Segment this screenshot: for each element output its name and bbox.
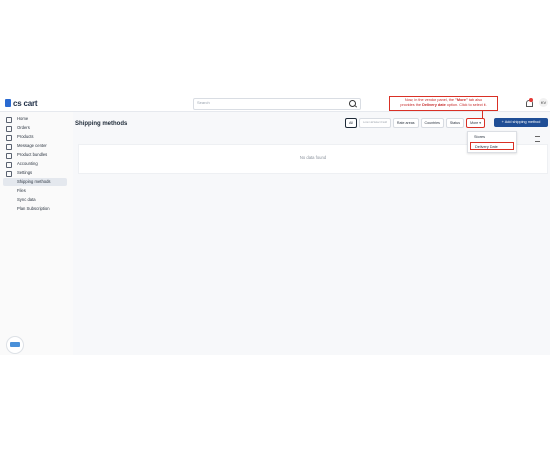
menu-item-stores[interactable]: Stores [470, 133, 514, 141]
filter-status[interactable]: Status [445, 117, 465, 128]
sidebar-subitem-sync-data[interactable]: Sync data [3, 196, 67, 204]
search-input[interactable]: Search [193, 98, 361, 110]
filter-all[interactable]: All [345, 117, 357, 128]
sidebar-item-home[interactable]: Home [3, 115, 67, 123]
tutorial-callout: Now, in the vendor panel, the "More" tab… [389, 96, 498, 111]
sidebar: Home Orders Products Message center Prod… [0, 112, 72, 355]
filter-bar: All Lorem ■ Select Field Rate areas Coun… [345, 117, 486, 128]
notifications-bell[interactable] [525, 98, 533, 107]
more-dropdown-menu: Stores Delivery Date [467, 131, 517, 153]
sidebar-item-product-bundles[interactable]: Product bundles [3, 151, 67, 159]
sidebar-subitem-files[interactable]: Files [3, 187, 67, 195]
callout-text-4: option. Click to select it. [445, 102, 487, 107]
sidebar-subitem-plan-subscription[interactable]: Plan Subscription [3, 205, 67, 213]
sidebar-item-message-center[interactable]: Message center [3, 142, 67, 150]
sidebar-item-products[interactable]: Products [3, 133, 67, 141]
sidebar-item-settings[interactable]: Settings [3, 169, 67, 177]
callout-text-3: provides the [400, 102, 423, 107]
message-icon [6, 144, 12, 150]
sidebar-subitem-shipping-methods[interactable]: Shipping methods [3, 178, 67, 186]
sidebar-item-label: Message center [17, 143, 47, 148]
sidebar-item-label: Accounting [17, 161, 38, 166]
sidebar-item-label: Product bundles [17, 152, 48, 157]
logo-text: cs cart [13, 98, 38, 108]
sidebar-item-accounting[interactable]: Accounting [3, 160, 67, 168]
app-window: cs cart Search KV Home Orders Products M… [0, 95, 550, 355]
menu-item-delivery-date[interactable]: Delivery Date [470, 142, 514, 150]
accounting-icon [6, 162, 12, 168]
filter-select-field[interactable]: Lorem ■ Select Field [359, 117, 391, 128]
add-shipping-method-button[interactable]: + Add shipping method [494, 118, 548, 127]
help-widget-icon [10, 342, 20, 347]
no-data-message: No data found [299, 155, 327, 160]
help-widget-button[interactable] [6, 336, 24, 354]
filter-rate-areas[interactable]: Rate areas [392, 117, 419, 128]
callout-text-1: Now, in the vendor panel, the [404, 98, 456, 102]
home-icon [6, 117, 12, 123]
sidebar-item-label: Orders [17, 125, 30, 130]
filter-more-button[interactable]: More ▾ [466, 117, 486, 128]
settings-icon [6, 171, 12, 177]
search-icon[interactable] [349, 100, 356, 107]
logo-icon [5, 99, 11, 107]
callout-pointer [482, 111, 483, 118]
callout-bold-more: "More" [455, 98, 468, 102]
sidebar-subitem-label: Sync data [17, 197, 36, 202]
sidebar-item-label: Settings [17, 170, 33, 175]
sidebar-item-label: Home [17, 116, 29, 121]
products-icon [6, 135, 12, 141]
search-placeholder: Search [197, 100, 210, 105]
orders-icon [6, 126, 12, 132]
bundles-icon [6, 153, 12, 159]
sidebar-subitem-label: Shipping methods [17, 179, 51, 184]
filter-countries[interactable]: Countries [420, 117, 444, 128]
page-title: Shipping methods [75, 121, 128, 127]
sidebar-subitem-label: Plan Subscription [17, 206, 50, 211]
sidebar-item-orders[interactable]: Orders [3, 124, 67, 132]
avatar[interactable]: KV [539, 98, 548, 107]
settings-menu-icon[interactable] [535, 136, 540, 142]
notification-badge [529, 98, 533, 102]
sidebar-item-label: Products [17, 134, 34, 139]
logo[interactable]: cs cart [5, 98, 38, 108]
sidebar-subitem-label: Files [17, 188, 26, 193]
callout-bold-delivery: Delivery date [422, 102, 446, 107]
callout-text-2: tab also [467, 98, 483, 102]
